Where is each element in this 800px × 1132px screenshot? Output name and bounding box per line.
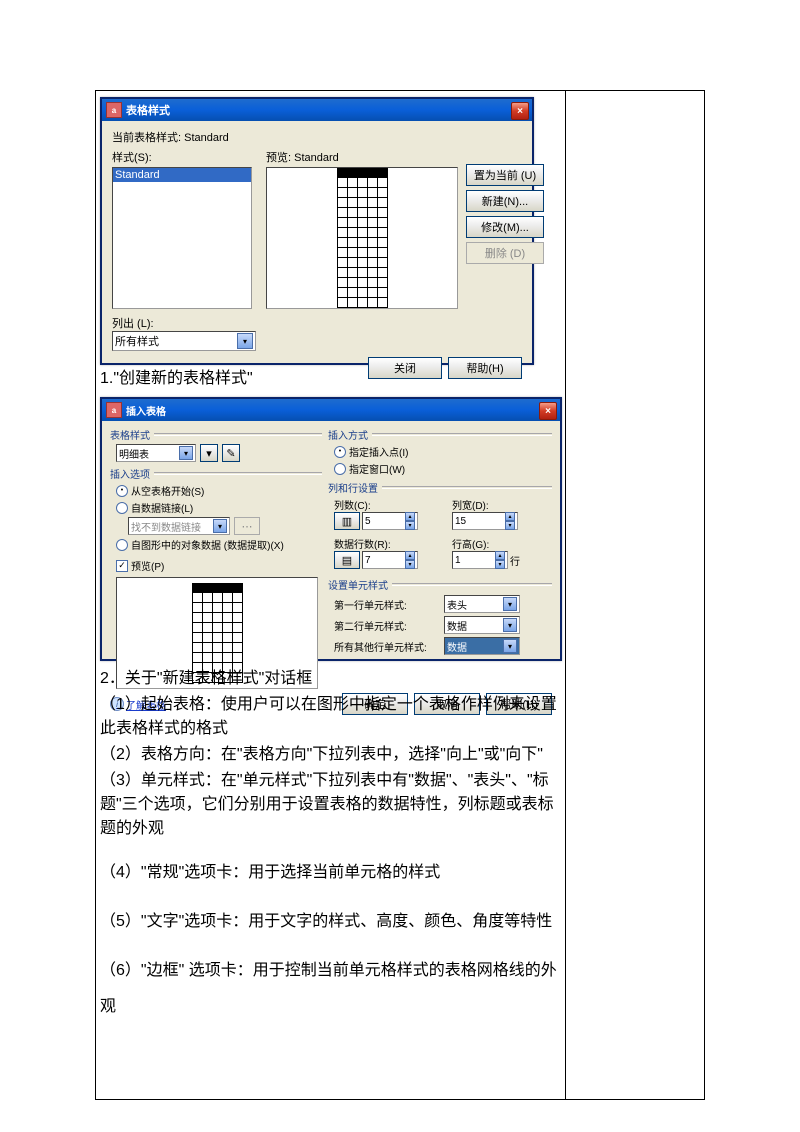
rowheight-unit: 行 — [510, 553, 520, 568]
group-insert-method: 插入方式 — [328, 427, 368, 442]
colwidth-input[interactable]: 15▴▾ — [452, 512, 518, 530]
link-select: 找不到数据链接 ▾ — [128, 517, 230, 535]
group-style-label: 表格样式 — [110, 427, 150, 442]
listout-label: 列出 (L): — [112, 315, 256, 331]
style-browse-button[interactable]: ▾ — [200, 444, 218, 462]
table-style-dialog: a 表格样式 × 当前表格样式: Standard 样式(S): Standar… — [100, 97, 534, 365]
close-icon[interactable]: × — [511, 102, 529, 120]
other-style-label: 所有其他行单元样式: — [334, 639, 444, 654]
chevron-down-icon[interactable]: ▾ — [503, 618, 517, 632]
method-window-radio[interactable]: 指定窗口(W) — [334, 461, 552, 476]
listout-select[interactable]: 所有样式 ▾ — [112, 331, 256, 351]
style-new-button[interactable]: ✎ — [222, 444, 240, 462]
help-button[interactable]: 帮助(H) — [448, 357, 522, 379]
body-p5: （5）"文字"选项卡：用于文字的样式、高度、颜色、角度等特性 — [100, 904, 561, 939]
row1-style-label: 第一行单元样式: — [334, 597, 444, 612]
chevron-down-icon[interactable]: ▾ — [503, 639, 517, 653]
rows-input[interactable]: 7▴▾ — [362, 551, 418, 569]
body-p3: （3）单元样式：在"单元样式"下拉列表中有"数据"、"表头"、"标题"三个选项，… — [100, 769, 561, 841]
close-icon[interactable]: × — [539, 402, 557, 420]
colwidth-label: 列宽(D): — [452, 497, 552, 512]
body-p2: （2）表格方向：在"表格方向"下拉列表中，选择"向上"或"向下" — [100, 743, 561, 767]
set-current-button[interactable]: 置为当前 (U) — [466, 164, 544, 186]
chevron-down-icon[interactable]: ▾ — [237, 333, 253, 349]
dialog2-title: 插入表格 — [126, 403, 166, 418]
dialog2-titlebar[interactable]: a 插入表格 × — [102, 399, 560, 421]
row1-style-select[interactable]: 表头▾ — [444, 595, 520, 613]
app-icon: a — [106, 402, 122, 418]
method-point-radio[interactable]: 指定插入点(I) — [334, 444, 552, 459]
opt-extract-radio[interactable]: 自图形中的对象数据 (数据提取)(X) — [116, 537, 322, 552]
new-button[interactable]: 新建(N)... — [466, 190, 544, 212]
cols-icon: ▥ — [334, 512, 360, 530]
preview-table — [337, 168, 388, 308]
chevron-down-icon[interactable]: ▾ — [179, 446, 193, 460]
style-item-standard[interactable]: Standard — [113, 168, 251, 182]
rows-icon: ▤ — [334, 551, 360, 569]
cols-label: 列数(C): — [334, 497, 434, 512]
close-button[interactable]: 关闭 — [368, 357, 442, 379]
listout-value: 所有样式 — [115, 333, 159, 349]
opt-link-radio[interactable]: 自数据链接(L) — [116, 500, 322, 515]
row2-style-select[interactable]: 数据▾ — [444, 616, 520, 634]
cols-input[interactable]: 5▴▾ — [362, 512, 418, 530]
current-style-label: 当前表格样式: Standard — [112, 129, 522, 145]
link-browse-button: ⋯ — [234, 517, 260, 535]
chevron-down-icon: ▾ — [213, 519, 227, 533]
body-p4: （4）"常规"选项卡：用于选择当前单元格的样式 — [100, 855, 561, 890]
table-style-select[interactable]: 明细表 ▾ — [116, 444, 196, 462]
preview-checkbox[interactable]: 预览(P) — [116, 558, 322, 573]
group-cellstyle: 设置单元样式 — [328, 577, 388, 592]
rowheight-label: 行高(G): — [452, 536, 552, 551]
body-p6: （6）"边框" 选项卡：用于控制当前单元格样式的表格网格线的外观 — [100, 953, 561, 1023]
group-insert-options: 插入选项 — [110, 466, 150, 481]
modify-button[interactable]: 修改(M)... — [466, 216, 544, 238]
delete-button: 删除 (D) — [466, 242, 544, 264]
rows-label: 数据行数(R): — [334, 536, 434, 551]
dialog1-titlebar[interactable]: a 表格样式 × — [102, 99, 532, 121]
preview-box — [266, 167, 458, 309]
row2-style-label: 第二行单元样式: — [334, 618, 444, 633]
preview-label: 预览: Standard — [266, 149, 458, 165]
group-rowcol: 列和行设置 — [328, 480, 378, 495]
style-listbox[interactable]: Standard — [112, 167, 252, 309]
app-icon: a — [106, 102, 122, 118]
insert-table-dialog: a 插入表格 × 表格样式 明细表 ▾ — [100, 397, 562, 661]
style-value: 明细表 — [119, 446, 149, 461]
chevron-down-icon[interactable]: ▾ — [503, 597, 517, 611]
dialog1-title: 表格样式 — [126, 102, 170, 118]
body-p1: （1）起始表格：使用户可以在图形中指定一个表格作样例来设置此表格样式的格式 — [100, 693, 561, 741]
opt-blank-radio[interactable]: 从空表格开始(S) — [116, 483, 322, 498]
style-list-label: 样式(S): — [112, 149, 256, 165]
rowheight-input[interactable]: 1▴▾ — [452, 551, 508, 569]
other-style-select[interactable]: 数据▾ — [444, 637, 520, 655]
